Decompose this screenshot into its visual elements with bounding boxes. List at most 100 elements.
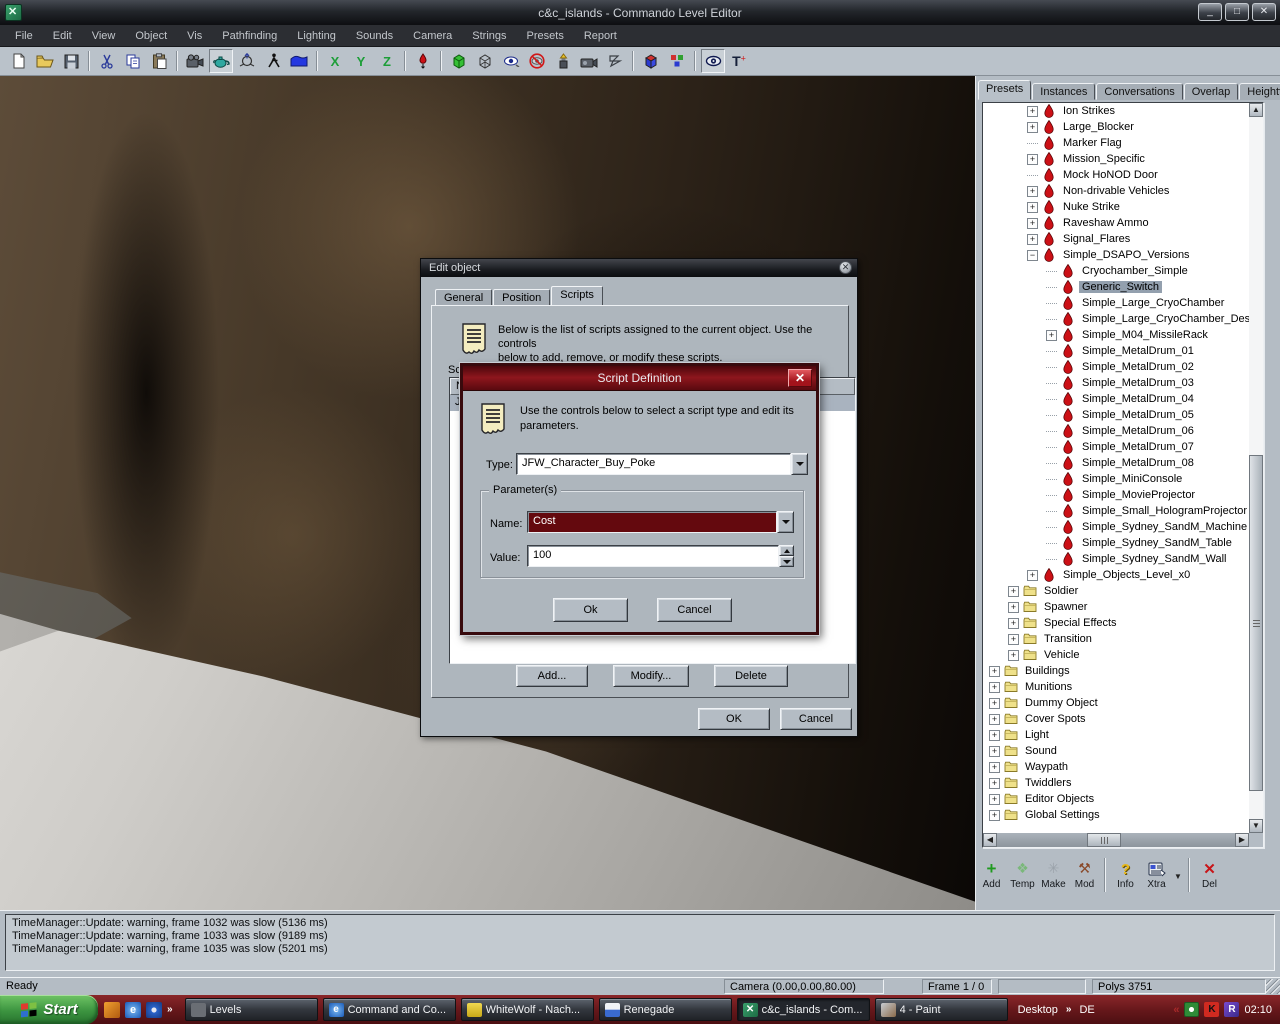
drop-marker-button[interactable] — [411, 49, 435, 73]
tree-item-label[interactable]: Simple_Large_CryoChamber — [1079, 297, 1227, 309]
tree-item[interactable]: +Spawner — [983, 599, 1249, 615]
tree-item-label[interactable]: Raveshaw Ammo — [1060, 217, 1152, 229]
scroll-up-icon[interactable]: ▲ — [1249, 103, 1263, 117]
tree-item[interactable]: +Twiddlers — [983, 775, 1249, 791]
menu-presets[interactable]: Presets — [518, 27, 573, 45]
tree-item[interactable]: Cryochamber_Simple — [983, 263, 1249, 279]
name-value[interactable]: Cost — [527, 511, 777, 533]
mod-preset-button[interactable]: ⚒Mod — [1069, 855, 1100, 895]
menu-strings[interactable]: Strings — [463, 27, 515, 45]
expand-icon[interactable]: + — [1027, 186, 1038, 197]
add-preset-button[interactable]: +Add — [976, 855, 1007, 895]
menu-sounds[interactable]: Sounds — [347, 27, 402, 45]
edit-object-tab-position[interactable]: Position — [493, 289, 550, 306]
tree-item-label[interactable]: Cover Spots — [1022, 713, 1089, 725]
tree-item-label[interactable]: Non-drivable Vehicles — [1060, 185, 1172, 197]
desktop-chevron-icon[interactable]: » — [1066, 1004, 1072, 1015]
expand-icon[interactable]: + — [989, 794, 1000, 805]
expand-icon[interactable]: + — [989, 682, 1000, 693]
light-stack-button[interactable] — [551, 49, 575, 73]
tree-item-label[interactable]: Mission_Specific — [1060, 153, 1148, 165]
quick-launch-chevron-icon[interactable]: » — [167, 1004, 173, 1015]
menu-lighting[interactable]: Lighting — [288, 27, 345, 45]
tree-vertical-scrollbar[interactable]: ▲ ▼ — [1249, 103, 1263, 833]
minimize-button[interactable]: _ — [1198, 3, 1222, 21]
tree-item-label[interactable]: Sound — [1022, 745, 1060, 757]
tree-item[interactable]: −Simple_DSAPO_Versions — [983, 247, 1249, 263]
task-renegade[interactable]: Renegade — [599, 998, 732, 1021]
tree-item[interactable]: +Waypath — [983, 759, 1249, 775]
tree-item[interactable]: Simple_MetalDrum_04 — [983, 391, 1249, 407]
make-preset-button[interactable]: ✳Make — [1038, 855, 1069, 895]
name-combo[interactable]: Cost — [527, 511, 794, 533]
tree-item-label[interactable]: Dummy Object — [1022, 697, 1101, 709]
tree-item-label[interactable]: Simple_MetalDrum_01 — [1079, 345, 1197, 357]
spin-up-icon[interactable] — [779, 545, 794, 556]
expand-icon[interactable]: + — [989, 698, 1000, 709]
tree-item-label[interactable]: Light — [1022, 729, 1052, 741]
menu-view[interactable]: View — [83, 27, 125, 45]
orbit-button[interactable] — [235, 49, 259, 73]
tree-item[interactable]: Simple_Sydney_SandM_Machine — [983, 519, 1249, 535]
close-dialog-icon[interactable]: ✕ — [788, 369, 812, 387]
tree-item-label[interactable]: Simple_MetalDrum_08 — [1079, 457, 1197, 469]
tree-item-label[interactable]: Cryochamber_Simple — [1079, 265, 1191, 277]
tree-item-label[interactable]: Nuke Strike — [1060, 201, 1123, 213]
tray-collapse-chevron-icon[interactable]: « — [1173, 1004, 1179, 1016]
info-preset-button[interactable]: ?Info — [1110, 855, 1141, 895]
edit-object-title-bar[interactable]: Edit object ✕ — [421, 259, 857, 277]
axis-z-button[interactable]: Z — [375, 49, 399, 73]
expand-icon[interactable]: + — [1027, 234, 1038, 245]
paste-button[interactable] — [147, 49, 171, 73]
tree-item[interactable]: Simple_Large_CryoChamber_Destr — [983, 311, 1249, 327]
modify-script-button[interactable]: Modify... — [613, 665, 689, 687]
tree-item-label[interactable]: Simple_MetalDrum_05 — [1079, 409, 1197, 421]
tree-item[interactable]: Simple_MovieProjector — [983, 487, 1249, 503]
scroll-left-icon[interactable]: ◀ — [983, 833, 997, 847]
ie-icon[interactable]: e — [125, 1002, 141, 1018]
eye-toggle-button[interactable] — [701, 49, 725, 73]
save-button[interactable] — [59, 49, 83, 73]
expand-icon[interactable]: + — [1027, 570, 1038, 581]
expand-icon[interactable]: + — [1027, 218, 1038, 229]
tree-item-label[interactable]: Simple_MetalDrum_03 — [1079, 377, 1197, 389]
task-4-paint[interactable]: 4 - Paint — [875, 998, 1008, 1021]
expand-icon[interactable]: + — [989, 762, 1000, 773]
menu-pathfinding[interactable]: Pathfinding — [213, 27, 286, 45]
cube-color-button[interactable] — [639, 49, 663, 73]
tree-item[interactable]: +Cover Spots — [983, 711, 1249, 727]
tree-item[interactable]: +Transition — [983, 631, 1249, 647]
copy-button[interactable] — [121, 49, 145, 73]
expand-icon[interactable]: + — [989, 810, 1000, 821]
menu-vis[interactable]: Vis — [178, 27, 211, 45]
tree-item-label[interactable]: Mock HoNOD Door — [1060, 169, 1161, 181]
tree-item-label[interactable]: Spawner — [1041, 601, 1090, 613]
tree-item[interactable]: + Raveshaw Ammo — [983, 215, 1249, 231]
axis-y-button[interactable]: Y — [349, 49, 373, 73]
teapot-button[interactable] — [209, 49, 233, 73]
output-log[interactable]: TimeManager::Update: warning, frame 1032… — [5, 914, 1275, 971]
walk-mode-button[interactable] — [261, 49, 285, 73]
tree-item-label[interactable]: Simple_MetalDrum_07 — [1079, 441, 1197, 453]
expand-icon[interactable]: + — [1027, 106, 1038, 117]
tree-item-label[interactable]: Buildings — [1022, 665, 1073, 677]
tree-item[interactable]: Simple_MetalDrum_01 — [983, 343, 1249, 359]
expand-icon[interactable]: + — [989, 730, 1000, 741]
tab-instances[interactable]: Instances — [1032, 83, 1095, 100]
mail-icon[interactable] — [104, 1002, 120, 1018]
expand-icon[interactable]: + — [1046, 330, 1057, 341]
cut-button[interactable] — [95, 49, 119, 73]
cube-solid-button[interactable] — [447, 49, 471, 73]
scroll-right-icon[interactable]: ▶ — [1235, 833, 1249, 847]
tree-item-label[interactable]: Special Effects — [1041, 617, 1120, 629]
start-button[interactable]: Start — [0, 995, 98, 1024]
tree-item[interactable]: Simple_MiniConsole — [983, 471, 1249, 487]
tree-item[interactable]: + Light — [983, 727, 1249, 743]
axis-x-button[interactable]: X — [323, 49, 347, 73]
tree-item[interactable]: +Simple_M04_MissileRack — [983, 327, 1249, 343]
tree-horizontal-scrollbar[interactable]: ◀ ▶ — [983, 833, 1249, 847]
menu-object[interactable]: Object — [126, 27, 176, 45]
tree-item[interactable]: Marker Flag — [983, 135, 1249, 151]
spin-down-icon[interactable] — [779, 556, 794, 567]
task-command-and-co-[interactable]: eCommand and Co... — [323, 998, 456, 1021]
